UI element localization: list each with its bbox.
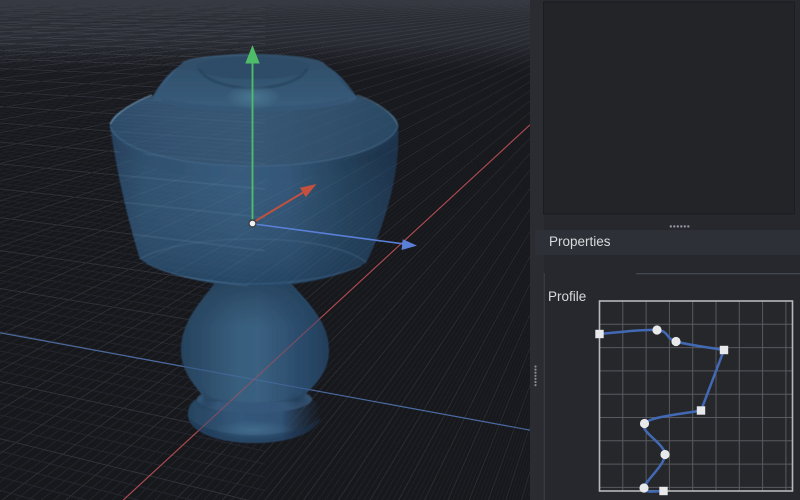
svg-text:Profile: Profile <box>548 289 586 304</box>
svg-text:Properties: Properties <box>549 234 611 249</box>
